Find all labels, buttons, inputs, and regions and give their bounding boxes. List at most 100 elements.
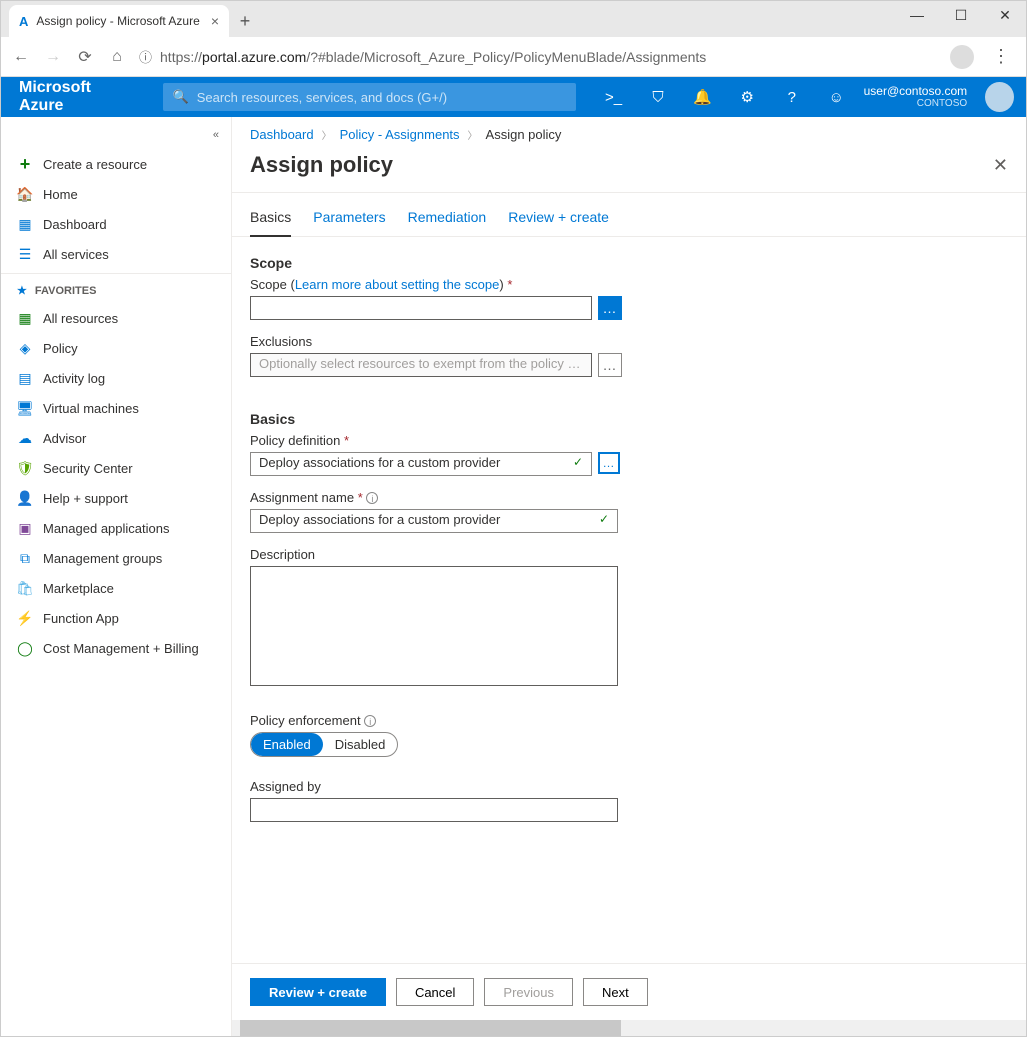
exclusions-picker-button[interactable]: … [598,353,622,377]
next-button[interactable]: Next [583,978,648,1006]
assignment-name-input[interactable]: Deploy associations for a custom provide… [250,509,618,533]
scope-picker-button[interactable]: … [598,296,622,320]
info-icon[interactable]: i [366,492,378,504]
sidebar-item-label: Policy [43,341,78,356]
assignment-name-label: Assignment name * i [250,490,1008,505]
previous-button[interactable]: Previous [484,978,573,1006]
star-icon: ★ [17,284,27,297]
tab-parameters[interactable]: Parameters [313,209,385,236]
service-icon: ▤ [17,370,33,386]
sidebar-create-resource[interactable]: + Create a resource [1,149,231,179]
toggle-disabled[interactable]: Disabled [323,733,398,756]
sidebar-item-label: Activity log [43,371,105,386]
service-icon: ◈ [17,340,33,356]
sidebar-item[interactable]: ▤ Activity log [1,363,231,393]
service-icon: 🛡 [17,460,33,476]
help-icon[interactable]: ? [774,89,809,106]
sidebar-item[interactable]: ☁Advisor [1,423,231,453]
service-icon: ▦ [17,310,33,326]
tab-basics[interactable]: Basics [250,209,291,237]
tab-review-create[interactable]: Review + create [508,209,609,236]
sidebar-item-label: Help + support [43,491,128,506]
list-icon: ☰ [17,246,33,262]
sidebar-item[interactable]: 🖥Virtual machines [1,393,231,423]
description-textarea[interactable] [250,566,618,686]
sidebar-dashboard[interactable]: ▦ Dashboard [1,209,231,239]
scope-learn-more-link[interactable]: Learn more about setting the scope [295,277,500,292]
user-account[interactable]: user@contoso.com CONTOSO [864,84,968,110]
favorites-header: ★ FAVORITES [1,278,231,303]
sidebar-item-label: Security Center [43,461,133,476]
assigned-by-label: Assigned by [250,779,1008,794]
search-input[interactable] [197,90,567,105]
global-search[interactable]: 🔍 [163,83,577,111]
assigned-by-input[interactable] [250,798,618,822]
profile-avatar[interactable] [950,45,974,69]
sidebar-item-label: Marketplace [43,581,114,596]
address-bar[interactable]: ⓘ https://portal.azure.com/?#blade/Micro… [139,47,938,66]
site-info-icon[interactable]: ⓘ [139,47,152,66]
user-avatar[interactable] [985,82,1014,112]
browser-menu-icon[interactable]: ⋮ [986,46,1016,67]
scope-section-title: Scope [250,255,1008,271]
breadcrumb-policy[interactable]: Policy - Assignments [340,127,460,142]
close-blade-icon[interactable]: ✕ [993,155,1008,176]
window-minimize[interactable]: — [895,0,939,30]
directory-filter-icon[interactable]: ⛉ [641,89,676,106]
notifications-icon[interactable]: 🔔 [685,88,720,106]
valid-check-icon: ✓ [599,512,609,526]
policy-definition-input[interactable]: Deploy associations for a custom provide… [250,452,592,476]
browser-tab[interactable]: A Assign policy - Microsoft Azure × [9,5,229,37]
sidebar-item[interactable]: 🛍Marketplace [1,573,231,603]
sidebar-item[interactable]: 👤Help + support [1,483,231,513]
breadcrumb-dashboard[interactable]: Dashboard [250,127,314,142]
sidebar-item[interactable]: ⚡Function App [1,603,231,633]
content-area: Dashboard 〉 Policy - Assignments 〉 Assig… [231,117,1026,1036]
toggle-enabled[interactable]: Enabled [251,733,323,756]
sidebar-home[interactable]: 🏠 Home [1,179,231,209]
forward-icon[interactable]: → [43,48,63,66]
tab-close-icon[interactable]: × [211,13,219,29]
sidebar-item[interactable]: 🛡 Security Center [1,453,231,483]
enforcement-toggle[interactable]: Enabled Disabled [250,732,398,757]
home-icon[interactable]: ⌂ [107,48,127,66]
horizontal-scrollbar[interactable] [232,1020,1026,1036]
tenant-name: CONTOSO [864,98,968,110]
service-icon: ⧉ [17,550,33,566]
sidebar-item-label: Management groups [43,551,162,566]
back-icon[interactable]: ← [11,48,31,66]
feedback-icon[interactable]: ☺ [819,89,854,106]
browser-chrome: — ☐ ✕ A Assign policy - Microsoft Azure … [1,1,1026,77]
window-close[interactable]: ✕ [983,0,1027,30]
new-tab-button[interactable]: + [229,5,261,37]
window-maximize[interactable]: ☐ [939,0,983,30]
chevron-right-icon: 〉 [322,127,332,142]
sidebar-collapse-icon[interactable]: « [1,127,231,149]
tab-title: Assign policy - Microsoft Azure [36,14,202,28]
sidebar-item[interactable]: ◈ Policy [1,333,231,363]
scope-input[interactable] [250,296,592,320]
reload-icon[interactable]: ⟳ [75,47,95,67]
valid-check-icon: ✓ [573,455,583,469]
sidebar-item[interactable]: ◯Cost Management + Billing [1,633,231,663]
sidebar-item[interactable]: ▦All resources [1,303,231,333]
home-icon: 🏠 [17,186,33,202]
azure-header: Microsoft Azure 🔍 >_ ⛉ 🔔 ⚙ ? ☺ user@cont… [1,77,1026,117]
tab-remediation[interactable]: Remediation [408,209,487,236]
page-title: Assign policy [250,152,393,178]
sidebar-item[interactable]: ▣Managed applications [1,513,231,543]
sidebar-all-services[interactable]: ☰ All services [1,239,231,269]
review-create-button[interactable]: Review + create [250,978,386,1006]
settings-icon[interactable]: ⚙ [730,88,765,106]
policy-definition-picker-button[interactable]: … [598,452,620,474]
info-icon[interactable]: i [364,715,376,727]
exclusions-input[interactable]: Optionally select resources to exempt fr… [250,353,592,377]
cancel-button[interactable]: Cancel [396,978,474,1006]
service-icon: ▣ [17,520,33,536]
sidebar-item[interactable]: ⧉ Management groups [1,543,231,573]
sidebar: « + Create a resource 🏠 Home ▦ Dashboard… [1,117,231,1036]
service-icon: ◯ [17,640,33,656]
cloud-shell-icon[interactable]: >_ [596,89,631,106]
azure-logo[interactable]: Microsoft Azure [1,79,153,115]
policy-definition-label: Policy definition * [250,433,1008,448]
